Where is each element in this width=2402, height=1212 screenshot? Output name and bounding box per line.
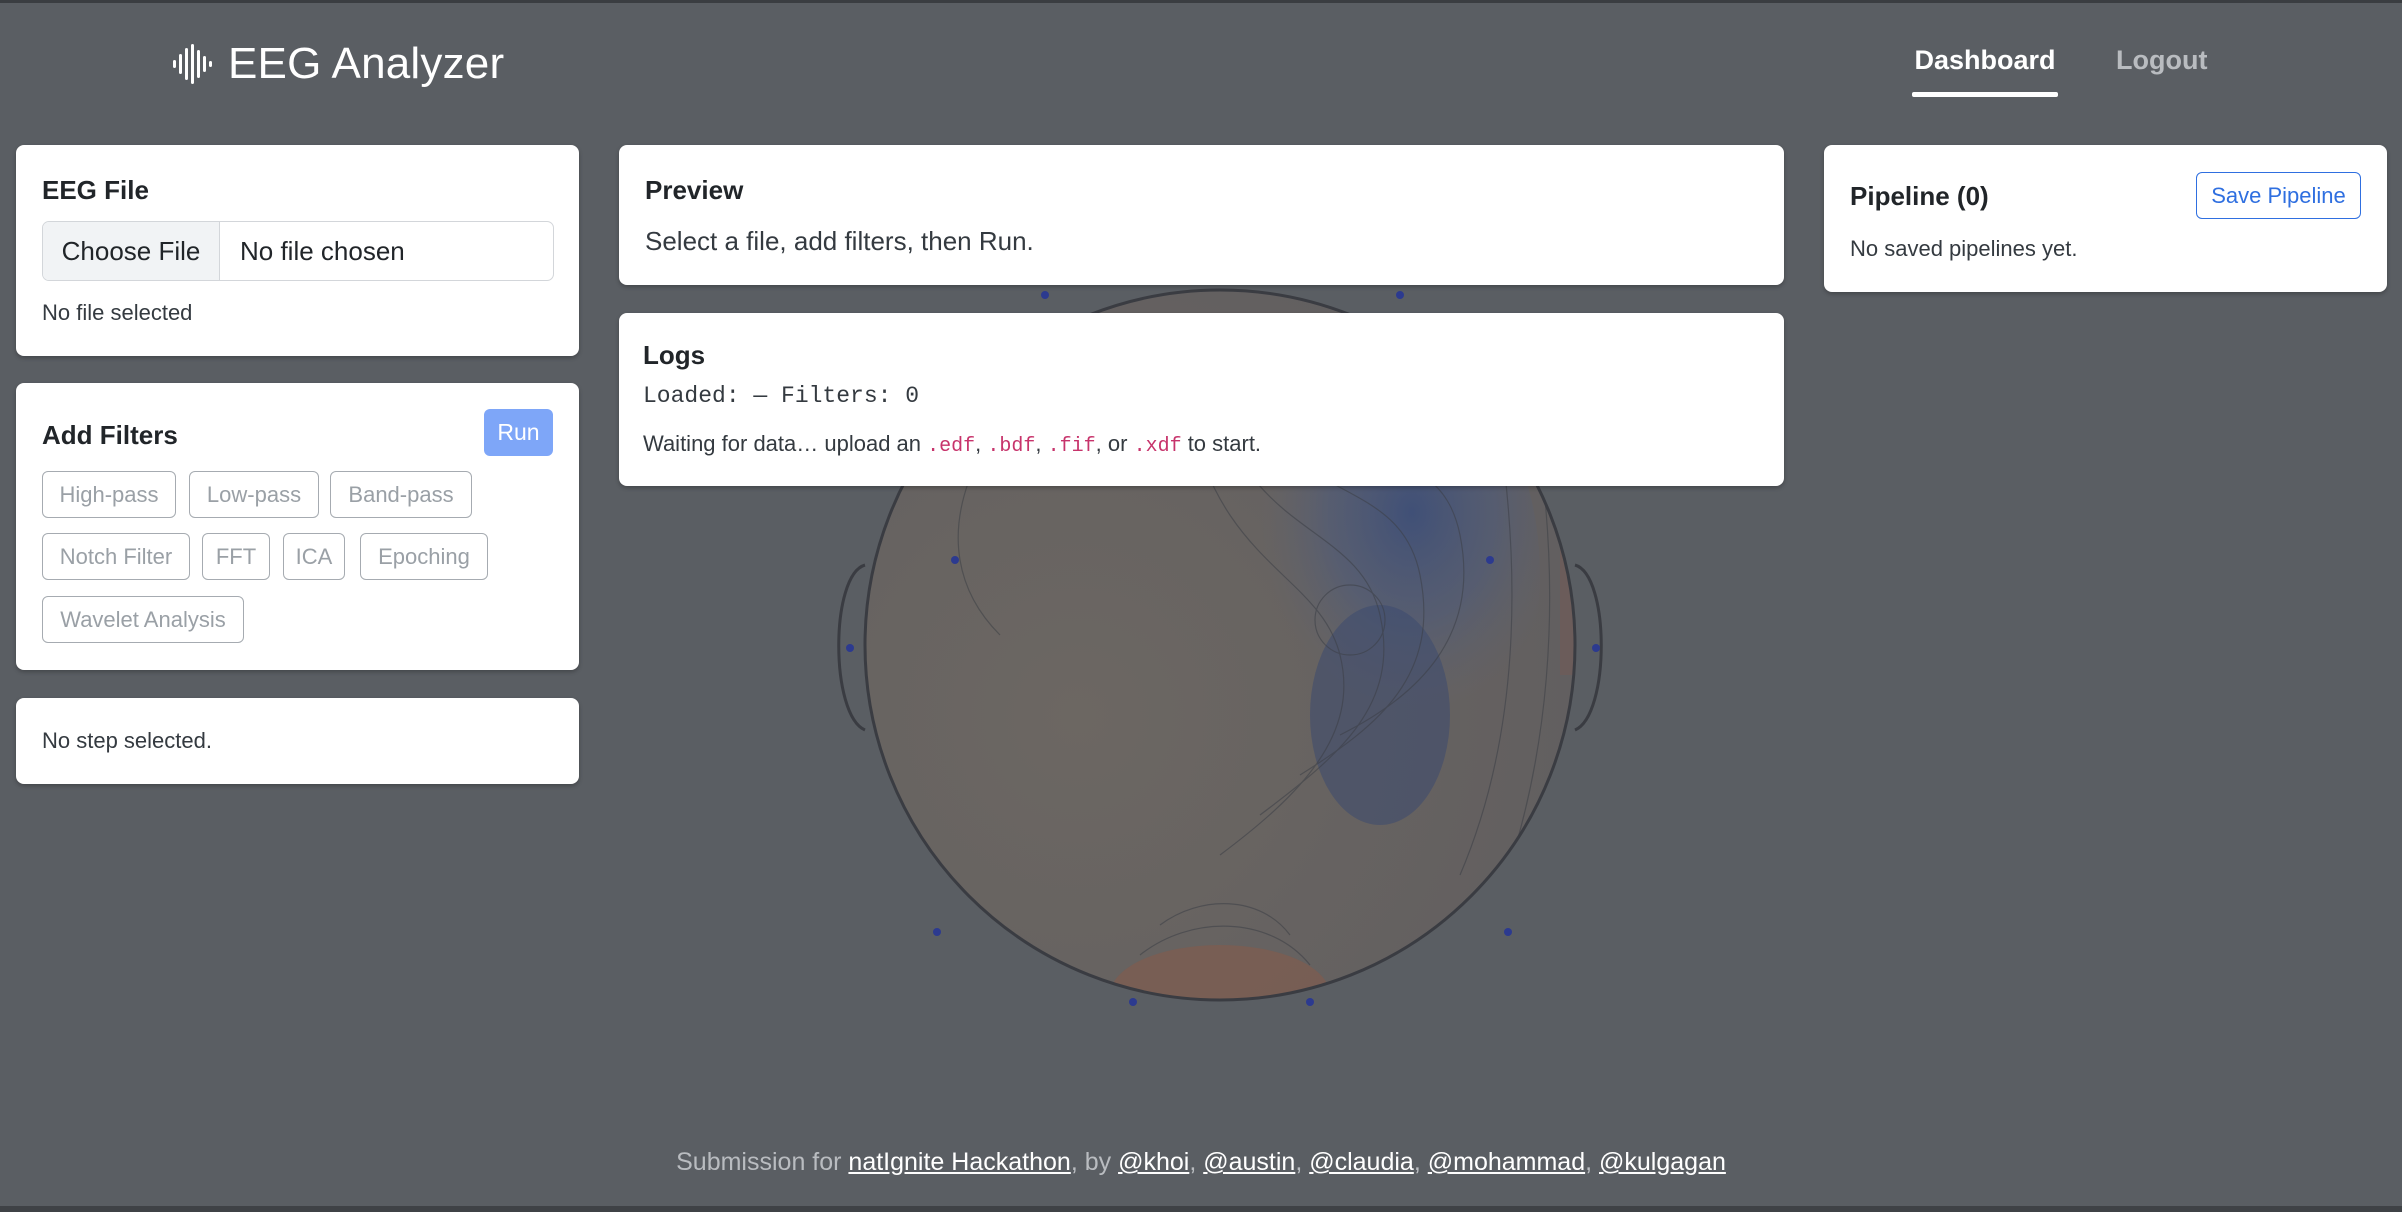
file-chosen-text: No file chosen	[240, 235, 405, 266]
active-nav-indicator	[1912, 92, 2058, 97]
author-link-claudia[interactable]: @claudia	[1309, 1148, 1414, 1176]
ext-edf: .edf	[927, 435, 976, 458]
save-pipeline-button[interactable]: Save Pipeline	[2196, 172, 2361, 219]
pipeline-title: Pipeline (0)	[1850, 181, 1989, 211]
footer-by: , by	[1070, 1148, 1119, 1176]
waveform-icon	[173, 44, 212, 84]
preview-title: Preview	[645, 175, 744, 205]
nav-dashboard[interactable]: Dashboard	[1912, 40, 2058, 96]
footer-separator: ,	[1189, 1148, 1204, 1176]
eeg-file-card: EEG File Choose File No file chosen No f…	[16, 145, 579, 356]
filter-chip-band-pass[interactable]: Band-pass	[330, 471, 472, 518]
footer-separator: ,	[1295, 1148, 1310, 1176]
author-link-austin[interactable]: @austin	[1203, 1148, 1295, 1176]
filter-chip-wavelet[interactable]: Wavelet Analysis	[42, 596, 244, 643]
app-brand[interactable]: EEG Analyzer	[172, 34, 504, 94]
logs-waiting-prefix: Waiting for data… upload an	[643, 431, 928, 456]
footer-separator: ,	[1585, 1148, 1600, 1176]
filter-chip-low-pass[interactable]: Low-pass	[189, 471, 319, 518]
ext-xdf: .xdf	[1133, 435, 1182, 458]
eeg-file-title: EEG File	[42, 175, 149, 205]
file-input[interactable]: Choose File No file chosen	[42, 221, 554, 281]
ext-fif: .fif	[1047, 435, 1096, 458]
add-filters-card: Add Filters Run High-pass Low-pass Band-…	[16, 383, 579, 670]
app-title: EEG Analyzer	[228, 39, 505, 88]
hackathon-link[interactable]: natIgnite Hackathon	[848, 1148, 1070, 1176]
author-link-mohammad[interactable]: @mohammad	[1428, 1148, 1585, 1176]
logs-sep: ,	[1035, 431, 1048, 456]
pipeline-empty-text: No saved pipelines yet.	[1850, 236, 2078, 261]
logs-sep: ,	[975, 431, 988, 456]
add-filters-title: Add Filters	[42, 420, 178, 450]
step-details-card: No step selected.	[16, 698, 579, 784]
choose-file-button[interactable]: Choose File	[43, 222, 220, 280]
logs-card: Logs Loaded: — Filters: 0 Waiting for da…	[619, 313, 1784, 486]
file-status: No file selected	[42, 300, 193, 325]
filter-chip-ica[interactable]: ICA	[283, 533, 345, 580]
ext-bdf: .bdf	[987, 435, 1036, 458]
logs-title: Logs	[643, 340, 706, 370]
filter-chip-high-pass[interactable]: High-pass	[42, 471, 176, 518]
footer-prefix: Submission for	[676, 1148, 849, 1176]
window-top-border	[0, 0, 2402, 3]
footer: Submission for natIgnite Hackathon, by @…	[0, 1148, 2402, 1177]
logs-loaded-line: Loaded: — Filters: 0	[643, 383, 920, 409]
run-button[interactable]: Run	[484, 409, 553, 456]
logs-waiting-line: Waiting for data… upload an .edf, .bdf , …	[643, 431, 1261, 458]
nav-logout[interactable]: Logout	[2116, 40, 2207, 96]
window-bottom-border	[0, 1206, 2402, 1212]
logs-waiting-suffix: to start.	[1181, 431, 1262, 456]
author-link-khoi[interactable]: @khoi	[1118, 1148, 1189, 1176]
logs-sep: , or	[1095, 431, 1134, 456]
filter-chip-notch[interactable]: Notch Filter	[42, 533, 190, 580]
preview-instructions: Select a file, add filters, then Run.	[645, 226, 1034, 256]
filter-chip-epoching[interactable]: Epoching	[360, 533, 488, 580]
filter-chip-fft[interactable]: FFT	[202, 533, 270, 580]
author-link-kulgagan[interactable]: @kulgagan	[1599, 1148, 1726, 1176]
step-status: No step selected.	[42, 728, 212, 753]
footer-separator: ,	[1413, 1148, 1428, 1176]
preview-card: Preview Select a file, add filters, then…	[619, 145, 1784, 285]
pipeline-card: Pipeline (0) Save Pipeline No saved pipe…	[1824, 145, 2387, 292]
